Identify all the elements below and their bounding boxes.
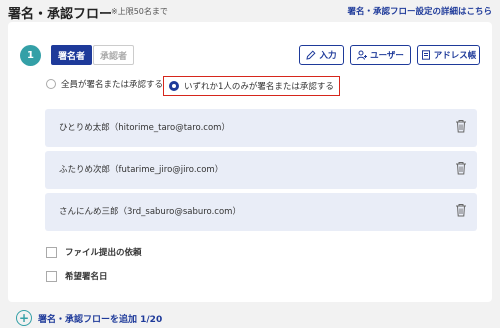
signer-name: さんにんめ三郎（3rd_saburo@saburo.com） — [59, 207, 241, 217]
add-flow-label: 署名・承認フローを追加 1/20 — [38, 314, 163, 325]
signer-entry: ふたりめ次郎（futarime_jiro@jiro.com） — [45, 151, 477, 189]
user-add-icon — [357, 50, 368, 60]
role-tabs: 署名者 承認者 — [51, 45, 135, 65]
trash-icon[interactable] — [455, 161, 467, 175]
signer-name: ひとりめ太郎（hitorime_taro@taro.com） — [59, 123, 230, 133]
desired-date-checkbox[interactable] — [46, 270, 57, 282]
file-request-checkbox[interactable] — [46, 246, 57, 258]
pencil-icon — [306, 50, 316, 60]
step-number-badge: 1 — [20, 45, 41, 66]
input-button[interactable]: 入力 — [299, 45, 344, 65]
desired-date-option[interactable]: 希望署名日 — [46, 270, 108, 282]
page-header: 署名・承認フロー ※上限50名まで 署名・承認フロー設定の詳細はこちら — [0, 0, 500, 22]
signer-name: ふたりめ次郎（futarime_jiro@jiro.com） — [59, 165, 224, 175]
file-request-label: ファイル提出の依頼 — [65, 248, 142, 258]
option-all-label: 全員が署名または承認する — [61, 80, 164, 90]
details-link[interactable]: 署名・承認フロー設定の詳細はこちら — [347, 5, 492, 17]
flow-step-card: 1 署名者 承認者 入力 ユーザー アドレス帳 全員が署名または承認する いずれ… — [8, 22, 492, 302]
page-title: 署名・承認フロー — [8, 7, 113, 22]
input-button-label: 入力 — [319, 51, 337, 61]
radio-all[interactable] — [46, 79, 56, 89]
radio-any[interactable] — [169, 81, 179, 91]
signer-entry: ひとりめ太郎（hitorime_taro@taro.com） — [45, 109, 477, 147]
desired-date-label: 希望署名日 — [65, 272, 108, 282]
user-button[interactable]: ユーザー — [350, 45, 411, 65]
signer-entry: さんにんめ三郎（3rd_saburo@saburo.com） — [45, 193, 477, 231]
add-flow-button[interactable]: + 署名・承認フローを追加 1/20 — [16, 310, 162, 326]
tab-approver[interactable]: 承認者 — [93, 45, 135, 65]
plus-circle-icon: + — [16, 310, 32, 326]
limit-note: ※上限50名まで — [111, 7, 168, 16]
address-book-icon — [421, 50, 430, 60]
option-any-label: いずれか1人のみが署名または承認する — [184, 82, 334, 92]
user-button-label: ユーザー — [370, 51, 404, 61]
address-book-button-label: アドレス帳 — [433, 51, 477, 61]
trash-icon[interactable] — [455, 119, 467, 133]
option-all-sign[interactable]: 全員が署名または承認する — [46, 78, 163, 90]
tab-signer[interactable]: 署名者 — [51, 45, 93, 65]
option-any-sign[interactable]: いずれか1人のみが署名または承認する — [163, 76, 340, 96]
trash-icon[interactable] — [455, 203, 467, 217]
address-book-button[interactable]: アドレス帳 — [417, 45, 480, 65]
file-request-option[interactable]: ファイル提出の依頼 — [46, 246, 142, 258]
